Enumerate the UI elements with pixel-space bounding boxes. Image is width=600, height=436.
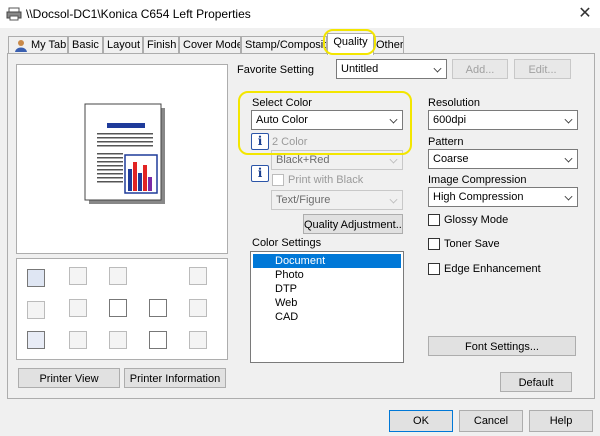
list-doc-icon[interactable]: [189, 331, 207, 349]
list-item[interactable]: Photo: [253, 268, 401, 282]
favorite-setting-label: Favorite Setting: [237, 64, 315, 76]
print-with-black-checkbox[interactable]: [272, 174, 284, 186]
tab-basic[interactable]: Basic: [68, 36, 103, 54]
user-print-icon[interactable]: [69, 331, 87, 349]
list-item[interactable]: Web: [253, 296, 401, 310]
group-print-icon[interactable]: [109, 331, 127, 349]
settings-sheet-icon[interactable]: [149, 331, 167, 349]
cancel-button[interactable]: Cancel: [459, 410, 523, 432]
text-a-icon[interactable]: [109, 299, 127, 317]
ok-button[interactable]: OK: [389, 410, 453, 432]
image-compression-value: High Compression: [433, 191, 524, 203]
text-figure-value: Text/Figure: [276, 194, 331, 206]
print-with-black-label: Print with Black: [288, 174, 364, 186]
printer-view-button[interactable]: Printer View: [18, 368, 120, 388]
tab-stamp-composition[interactable]: Stamp/Composition: [241, 36, 327, 54]
copy-pages-icon[interactable]: [109, 267, 127, 285]
tab-label: Stamp/Composition: [245, 39, 327, 51]
favorite-setting-value: Untitled: [341, 63, 379, 75]
toner-save-checkbox[interactable]: [428, 238, 440, 250]
tab-my-tab[interactable]: My Tab: [8, 36, 68, 54]
text-figure-dropdown[interactable]: Text/Figure: [271, 190, 403, 210]
help-button[interactable]: Help: [529, 410, 593, 432]
page-preview-graphic: [84, 103, 165, 204]
quality-adjustment-button[interactable]: Quality Adjustment...: [303, 214, 403, 234]
tab-label: Basic: [72, 39, 99, 51]
chevron-down-icon: [433, 64, 442, 73]
color-settings-label: Color Settings: [252, 237, 322, 249]
secure-print-icon[interactable]: [189, 299, 207, 317]
tab-label: Cover Mode: [183, 39, 241, 51]
chevron-down-icon: [564, 115, 573, 124]
add-favorite-button[interactable]: Add...: [452, 59, 508, 79]
color-document-icon[interactable]: [27, 269, 45, 287]
edit-favorite-button[interactable]: Edit...: [514, 59, 571, 79]
settings-icon-grid: [16, 258, 228, 360]
image-compression-dropdown[interactable]: High Compression: [428, 187, 578, 207]
resolution-dropdown[interactable]: 600dpi: [428, 110, 578, 130]
tab-strip: My Tab Basic Layout Finish Cover Mode St…: [0, 32, 600, 55]
glossy-mode-checkbox[interactable]: [428, 214, 440, 226]
report-icon[interactable]: [27, 331, 45, 349]
chevron-down-icon: [389, 155, 398, 164]
title-bar: \\Docsol-DC1\Konica C654 Left Properties…: [0, 0, 600, 28]
resolution-value: 600dpi: [433, 114, 467, 126]
default-button[interactable]: Default: [500, 372, 572, 392]
pattern-value: Coarse: [433, 153, 469, 165]
color-settings-listbox[interactable]: Document Photo DTP Web CAD: [250, 251, 404, 363]
printer-icon: [6, 7, 22, 21]
window-title: \\Docsol-DC1\Konica C654 Left Properties: [26, 7, 251, 21]
rotate-page-icon[interactable]: [189, 267, 207, 285]
tab-cover-mode[interactable]: Cover Mode: [179, 36, 241, 54]
tab-label: My Tab: [31, 39, 67, 51]
tab-label: Finish: [147, 39, 177, 51]
favorite-setting-dropdown[interactable]: Untitled: [336, 59, 447, 79]
tab-highlight-ring: [323, 29, 376, 55]
chevron-down-icon: [389, 195, 398, 204]
two-color-value: Black+Red: [276, 154, 330, 166]
select-color-highlight-ring: [238, 91, 412, 155]
edge-enhancement-checkbox[interactable]: [428, 263, 440, 275]
tab-finish[interactable]: Finish: [143, 36, 179, 54]
chevron-down-icon: [564, 154, 573, 163]
paper-stack-icon[interactable]: [27, 301, 45, 319]
font-settings-button[interactable]: Font Settings...: [428, 336, 576, 356]
tab-other[interactable]: Other: [372, 36, 404, 54]
tab-label: Layout: [107, 39, 141, 51]
print-preview: [16, 64, 228, 254]
staple-icon[interactable]: [69, 267, 87, 285]
pattern-dropdown[interactable]: Coarse: [428, 149, 578, 169]
edge-enhancement-label: Edge Enhancement: [444, 263, 541, 275]
person-icon: [15, 40, 27, 52]
printer-information-button[interactable]: Printer Information: [124, 368, 226, 388]
info-icon[interactable]: i: [251, 165, 269, 182]
list-item[interactable]: CAD: [253, 310, 401, 324]
resolution-label: Resolution: [428, 97, 480, 109]
close-icon[interactable]: ✕: [574, 4, 596, 24]
glossy-mode-label: Glossy Mode: [444, 214, 509, 226]
list-item[interactable]: DTP: [253, 282, 401, 296]
chevron-down-icon: [564, 192, 573, 201]
tab-layout[interactable]: Layout: [103, 36, 143, 54]
tab-label: Other: [376, 39, 404, 51]
image-compression-label: Image Compression: [428, 174, 527, 186]
booklet-icon[interactable]: [149, 299, 167, 317]
list-item[interactable]: Document: [253, 254, 401, 268]
pattern-label: Pattern: [428, 136, 464, 148]
combine-icon[interactable]: [69, 299, 87, 317]
toner-save-label: Toner Save: [444, 238, 500, 250]
